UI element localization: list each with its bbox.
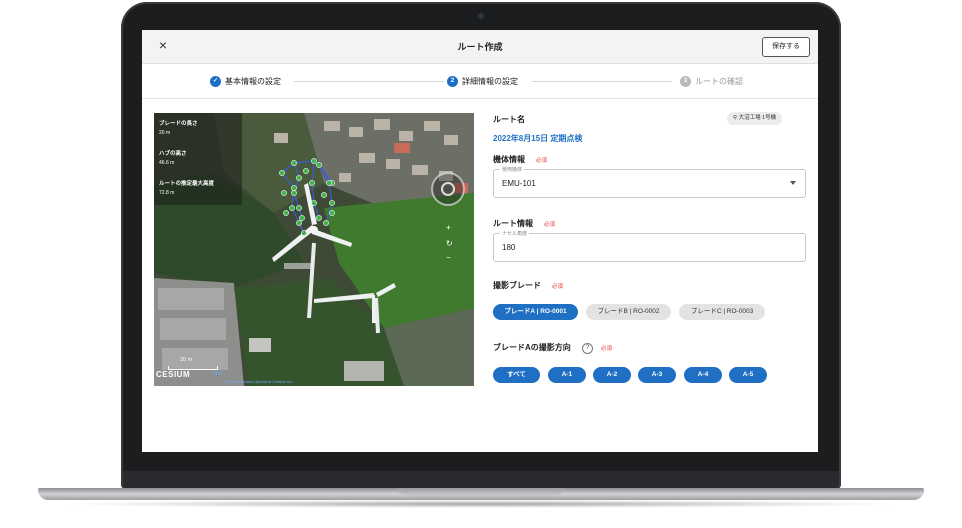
zoom-out-button[interactable]: − xyxy=(446,253,451,262)
stat-value: 20 m xyxy=(159,130,171,136)
direction-a5-chip[interactable]: A-5 xyxy=(729,367,767,383)
help-icon[interactable]: ? xyxy=(582,343,593,354)
progress-stepper: ✓ 基本情報の設定 2 詳細情報の設定 3 ルートの確認 xyxy=(142,64,818,99)
required-badge: 必須 xyxy=(552,284,564,290)
nacelle-angle-value: 180 xyxy=(502,243,516,252)
field-legend: 使用機体 xyxy=(500,166,525,173)
step-label: ルートの確認 xyxy=(695,76,743,86)
direction-a1-chip[interactable]: A-1 xyxy=(548,367,586,383)
save-button[interactable]: 保存する xyxy=(762,37,810,57)
step-connector xyxy=(294,81,444,82)
data-attribution-link[interactable]: Data attribution Upload to Cesium ion xyxy=(226,379,292,384)
camera-icon xyxy=(478,13,484,19)
stat-value: 46.6 m xyxy=(159,160,175,166)
laptop-notch xyxy=(398,488,564,495)
required-badge: 必須 xyxy=(544,222,556,228)
turbine-stats-panel: ブレードの長さ 20 m ハブの高さ 46.6 m ルートの推定最大高度 72.… xyxy=(154,113,242,205)
page-title: ルート作成 xyxy=(457,42,503,52)
route-name-value: 2022年8月15日 定期点検 xyxy=(493,134,583,143)
aircraft-value: EMU-101 xyxy=(502,179,536,188)
app-screen: × ルート作成 保存する ✓ 基本情報の設定 2 詳細情報の設定 3 ルートの確… xyxy=(142,30,818,452)
header-bar: × ルート作成 保存する xyxy=(142,30,818,64)
compass-icon[interactable] xyxy=(431,172,465,206)
route-name-label: ルート名 xyxy=(493,115,525,124)
scale-label: 20 m xyxy=(180,357,193,363)
check-icon: ✓ xyxy=(210,75,221,87)
direction-a2-chip[interactable]: A-2 xyxy=(593,367,631,383)
stat-label: ルートの推定最大高度 xyxy=(159,181,215,187)
required-badge: 必須 xyxy=(536,158,548,164)
direction-a3-chip[interactable]: A-3 xyxy=(638,367,676,383)
step-number-badge: 3 xyxy=(680,75,691,87)
direction-all-chip[interactable]: すべて xyxy=(493,367,540,383)
laptop-shadow xyxy=(60,500,902,508)
cesium-logo: CESIUM xyxy=(156,370,191,379)
turbine-chip: ⚲ 大沼工場 1号機 xyxy=(727,112,783,125)
reset-view-icon[interactable]: ↻ xyxy=(446,239,453,248)
step-route-confirm[interactable]: 3 ルートの確認 xyxy=(680,75,743,87)
dropdown-arrow-icon xyxy=(790,181,796,185)
stat-label: ハブの高さ xyxy=(159,151,187,157)
capture-blade-label: 撮影ブレード xyxy=(493,281,541,290)
zoom-in-button[interactable]: + xyxy=(446,223,451,232)
field-legend: ナセル角度 xyxy=(500,230,530,237)
capture-direction-label: ブレードAの撮影方向 xyxy=(493,343,571,352)
blade-b-chip[interactable]: ブレードB | RO-0002 xyxy=(586,304,671,320)
route-info-label: ルート情報 xyxy=(493,219,533,228)
stat-value: 72.8 m xyxy=(159,190,175,196)
stat-label: ブレードの長さ xyxy=(159,121,198,127)
required-badge: 必須 xyxy=(601,346,613,352)
step-label: 詳細情報の設定 xyxy=(462,76,518,86)
aircraft-info-label: 機体情報 xyxy=(493,155,525,164)
map-3d-view[interactable]: ブレードの長さ 20 m ハブの高さ 46.6 m ルートの推定最大高度 72.… xyxy=(154,113,474,386)
step-basic-info[interactable]: ✓ 基本情報の設定 xyxy=(210,75,281,87)
step-detail-info[interactable]: 2 詳細情報の設定 xyxy=(447,75,518,87)
blade-c-chip[interactable]: ブレードC | RO-0003 xyxy=(679,304,765,320)
cesium-ion-label: ion xyxy=(214,371,223,377)
direction-a4-chip[interactable]: A-4 xyxy=(684,367,722,383)
step-connector xyxy=(532,81,672,82)
nacelle-angle-input[interactable]: ナセル角度 180 xyxy=(493,230,806,262)
blade-a-chip[interactable]: ブレードA | RO-0001 xyxy=(493,304,578,320)
aircraft-select[interactable]: 使用機体 EMU-101 xyxy=(493,166,806,198)
step-number-badge: 2 xyxy=(447,75,458,87)
step-label: 基本情報の設定 xyxy=(225,76,281,86)
